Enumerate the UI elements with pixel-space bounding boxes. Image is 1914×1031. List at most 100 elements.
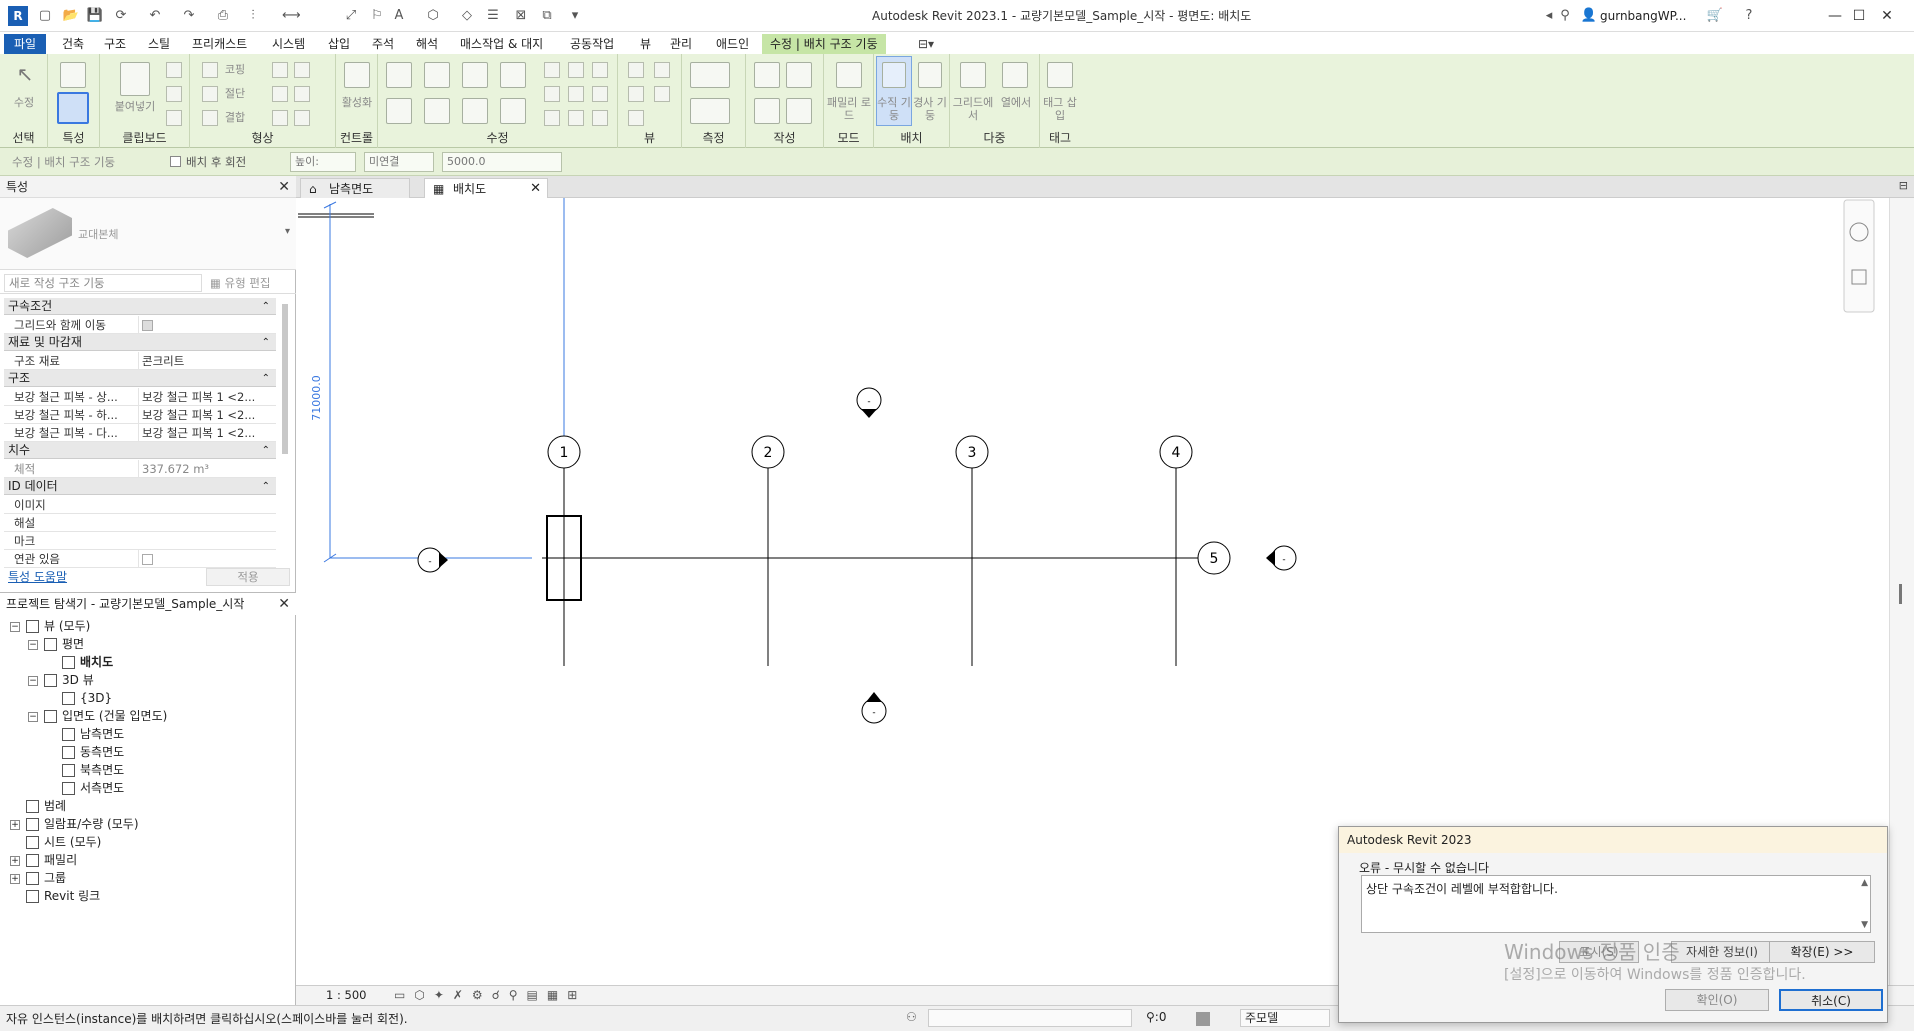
- edit-type-button[interactable]: ▦ 유형 편집: [210, 275, 271, 291]
- properties-icon[interactable]: [57, 92, 89, 124]
- mirror-axis-icon[interactable]: [462, 62, 488, 88]
- browser-tree-item[interactable]: 시트 (모두): [10, 833, 101, 851]
- print-icon[interactable]: ⎙: [214, 7, 232, 25]
- copy-element-icon[interactable]: [424, 98, 450, 124]
- tab-view[interactable]: 뷰: [636, 34, 655, 54]
- tag-icon[interactable]: ⚐: [368, 7, 386, 25]
- tag-on-placement-icon[interactable]: [1047, 62, 1073, 88]
- browser-tree-item[interactable]: 서측면도: [46, 779, 124, 797]
- top-level-select[interactable]: 미연결: [364, 152, 434, 172]
- rotate-after-checkbox[interactable]: [170, 156, 181, 167]
- user-icon[interactable]: 👤: [1580, 7, 1598, 25]
- workset-select[interactable]: [928, 1009, 1132, 1027]
- open-icon[interactable]: 📂: [62, 7, 80, 25]
- move-icon[interactable]: [386, 98, 412, 124]
- redo-icon[interactable]: ↷: [180, 7, 198, 25]
- tab-file[interactable]: 파일: [4, 34, 47, 54]
- instance-filter-select[interactable]: 새로 작성 구조 기둥: [4, 274, 202, 292]
- close-icon[interactable]: ✕: [278, 593, 290, 615]
- 3d-view-icon[interactable]: ⬡: [424, 7, 442, 25]
- dimension-text[interactable]: 71000.0: [310, 375, 323, 421]
- section-identity-data[interactable]: ID 데이터 ⌃: [4, 478, 276, 495]
- close-tab-icon[interactable]: ✕: [530, 179, 541, 199]
- customize-qat-icon[interactable]: ▾: [566, 7, 584, 25]
- text-icon[interactable]: A: [390, 7, 408, 25]
- paste-icon[interactable]: [120, 62, 150, 96]
- property-value[interactable]: [138, 316, 272, 334]
- switch-windows-icon[interactable]: ⧉: [538, 7, 556, 25]
- elevation-marker-east[interactable]: -: [1266, 545, 1297, 571]
- tab-modify-place-column[interactable]: 수정 | 배치 구조 기둥: [762, 34, 886, 54]
- tab-steel[interactable]: 스틸: [144, 34, 174, 54]
- tab-analyze[interactable]: 해석: [412, 34, 442, 54]
- tab-south-elevation[interactable]: ⌂ 남측면도: [300, 178, 410, 198]
- close-button[interactable]: ✕: [1874, 5, 1900, 27]
- binoculars-icon[interactable]: ⚲: [1556, 7, 1574, 25]
- property-value[interactable]: 보강 철근 피복 1 <2...: [138, 388, 272, 406]
- section-constraints[interactable]: 구속조건 ⌃: [4, 298, 276, 315]
- modify-cursor-icon[interactable]: ↖: [12, 62, 38, 88]
- collapse-icon[interactable]: −: [28, 711, 38, 722]
- expand-icon[interactable]: +: [10, 819, 20, 830]
- section-icon[interactable]: ◇: [458, 7, 476, 25]
- unpin-icon[interactable]: [592, 62, 608, 78]
- properties-scrollbar[interactable]: [282, 304, 288, 454]
- browser-tree-item[interactable]: − 뷰 (모두): [10, 617, 90, 635]
- section-structural[interactable]: 구조 ⌃: [4, 370, 276, 387]
- slanted-column-icon[interactable]: [918, 62, 942, 88]
- at-columns-icon[interactable]: [1002, 62, 1028, 88]
- delete-icon[interactable]: [592, 110, 608, 126]
- view-tool-icon[interactable]: [654, 86, 670, 102]
- browser-tree-item[interactable]: 남측면도: [46, 725, 124, 743]
- create-parts-icon[interactable]: [786, 62, 812, 88]
- associated-checkbox[interactable]: [142, 554, 153, 565]
- browser-tree-item[interactable]: + 패밀리: [10, 851, 77, 869]
- elevation-marker-south[interactable]: -: [861, 692, 887, 724]
- measure-icon[interactable]: ⟷: [282, 7, 301, 25]
- linework-icon[interactable]: [628, 86, 644, 102]
- mirror-line-icon[interactable]: [500, 62, 526, 88]
- property-value[interactable]: 콘크리트: [138, 352, 272, 370]
- apply-button[interactable]: 적용: [206, 568, 290, 586]
- override-icon[interactable]: [654, 62, 670, 78]
- thin-lines-icon[interactable]: ☰: [484, 7, 502, 25]
- copy-icon[interactable]: [166, 86, 182, 102]
- create-group-icon[interactable]: [754, 98, 780, 124]
- close-hidden-icon[interactable]: ⊠: [512, 7, 530, 25]
- vertical-column-icon[interactable]: [882, 62, 906, 88]
- ok-button[interactable]: 확인(O): [1665, 989, 1769, 1011]
- maximize-button[interactable]: ☐: [1846, 5, 1872, 27]
- expand-icon[interactable]: +: [10, 855, 20, 866]
- cope-icon[interactable]: [202, 62, 218, 78]
- elevation-marker-west[interactable]: -: [417, 547, 448, 573]
- browser-tree-item[interactable]: 범례: [10, 797, 66, 815]
- browser-tree-item[interactable]: − 입면도 (건물 입면도): [28, 707, 167, 725]
- tab-architecture[interactable]: 건축: [58, 34, 88, 54]
- tab-addins[interactable]: 애드인: [712, 34, 753, 54]
- ribbon-minimize-icon[interactable]: ⊟▾: [914, 34, 938, 54]
- browser-tree-item[interactable]: + 그룹: [10, 869, 66, 887]
- geometry-tool-4-icon[interactable]: [294, 86, 310, 102]
- offset-icon[interactable]: [424, 62, 450, 88]
- browser-tree-item[interactable]: − 평면: [28, 635, 84, 653]
- trim-multiple-icon[interactable]: [544, 110, 560, 126]
- geometry-tool-3-icon[interactable]: [272, 86, 288, 102]
- dimension-icon[interactable]: ⤢: [342, 7, 360, 25]
- align-icon[interactable]: ⫶: [244, 7, 262, 25]
- create-similar-icon[interactable]: [754, 62, 780, 88]
- filter-icon[interactable]: ⚲:0: [1146, 1010, 1166, 1024]
- tab-insert[interactable]: 삽입: [324, 34, 354, 54]
- load-family-icon[interactable]: [836, 62, 862, 88]
- scale-icon[interactable]: [568, 86, 584, 102]
- worksets-icon[interactable]: ⚇: [906, 1010, 917, 1024]
- rotate-icon[interactable]: [462, 98, 488, 124]
- cut-icon[interactable]: [166, 62, 182, 78]
- tab-systems[interactable]: 시스템: [268, 34, 309, 54]
- pin-icon[interactable]: [592, 86, 608, 102]
- property-value[interactable]: [138, 550, 272, 568]
- match-properties-icon[interactable]: [166, 110, 182, 126]
- tab-manage[interactable]: 관리: [666, 34, 696, 54]
- tab-structure[interactable]: 구조: [100, 34, 130, 54]
- trim-icon[interactable]: [500, 98, 526, 124]
- cart-icon[interactable]: 🛒: [1706, 7, 1724, 25]
